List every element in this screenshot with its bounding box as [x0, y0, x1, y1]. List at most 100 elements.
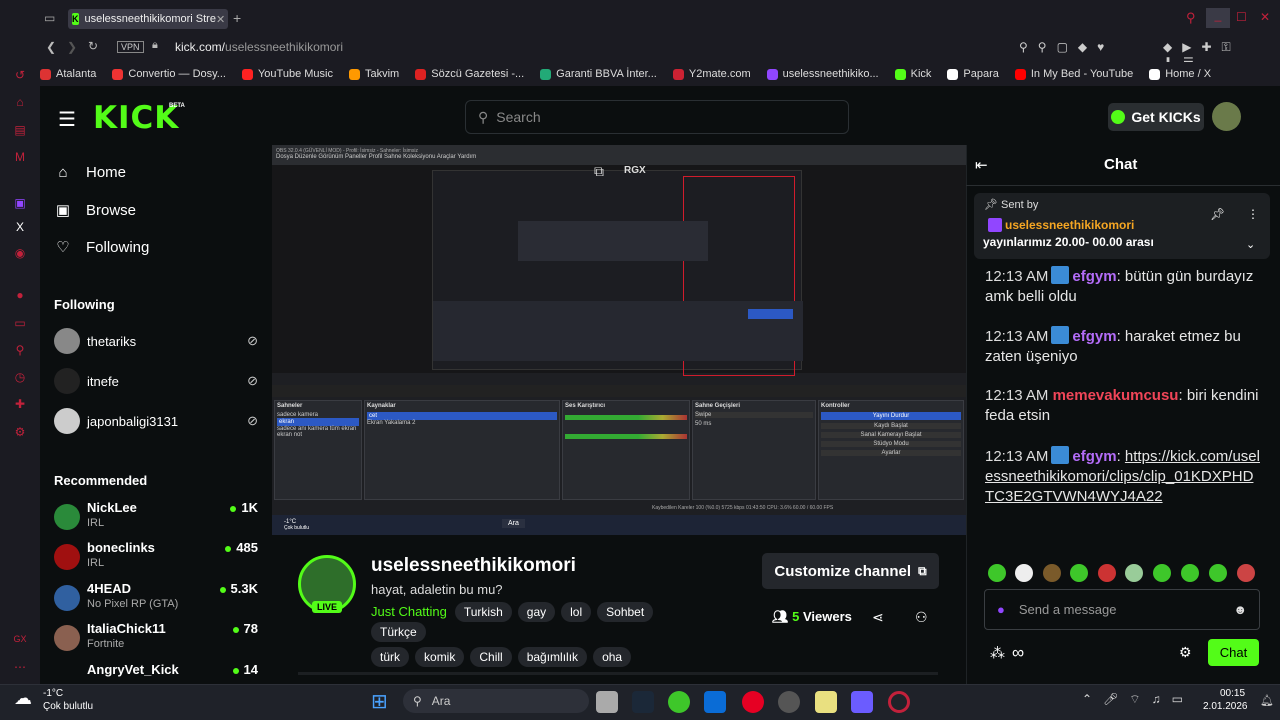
- clock-time[interactable]: 00:15: [1220, 688, 1245, 699]
- kick-logo[interactable]: KICK: [93, 100, 179, 136]
- vpn-badge[interactable]: VPN: [117, 41, 144, 53]
- emote-icon[interactable]: [1237, 564, 1255, 582]
- lock-icon[interactable]: 🔒︎: [152, 39, 158, 52]
- browser-tab[interactable]: Kuselessneethikikomori Stre ✕: [68, 9, 228, 29]
- bookmark-item[interactable]: Y2mate.com: [672, 68, 751, 80]
- steam-icon[interactable]: [632, 691, 654, 713]
- following-item[interactable]: thetariks ⊘: [54, 328, 258, 354]
- obs-icon[interactable]: [778, 691, 800, 713]
- tag[interactable]: Sohbet: [597, 602, 654, 622]
- tag[interactable]: komik: [415, 647, 465, 667]
- bookmark-item[interactable]: In My Bed - YouTube: [1014, 68, 1133, 80]
- chat-input[interactable]: ● Send a message ☻: [984, 589, 1260, 630]
- bookmark-item[interactable]: Takvim: [349, 68, 399, 80]
- emote-icon[interactable]: [1209, 564, 1227, 582]
- clock-icon[interactable]: ◷: [13, 370, 27, 384]
- puzzle-icon[interactable]: ✚: [13, 397, 27, 411]
- weather-icon[interactable]: ☁: [14, 688, 32, 709]
- opera-gx-icon[interactable]: [888, 691, 910, 713]
- tag[interactable]: türk: [371, 647, 410, 667]
- spotify-icon[interactable]: ●: [13, 288, 27, 302]
- reload-icon[interactable]: ↻: [88, 39, 98, 53]
- minimize-button[interactable]: _: [1206, 8, 1230, 28]
- nav-home[interactable]: ⌂ Home: [54, 164, 126, 181]
- recommended-item[interactable]: boneclinks IRL 485: [54, 540, 258, 578]
- send-chat-button[interactable]: Chat: [1208, 639, 1259, 666]
- nav-following[interactable]: ♡ Following: [54, 238, 149, 257]
- kicks-icon[interactable]: ⁂: [990, 644, 1005, 662]
- gmail-icon[interactable]: M: [13, 150, 27, 164]
- extension-icon[interactable]: ⌂: [13, 95, 27, 109]
- following-item[interactable]: japonbaligi3131 ⊘: [54, 408, 258, 434]
- file-explorer-icon[interactable]: [596, 691, 618, 713]
- emote-icon[interactable]: [1098, 564, 1116, 582]
- app-icon[interactable]: [668, 691, 690, 713]
- bookmark-item[interactable]: uselessneethikiko...: [766, 68, 879, 80]
- outlook-icon[interactable]: [704, 691, 726, 713]
- wallet-icon[interactable]: ▭: [13, 316, 27, 330]
- search-input[interactable]: ⚲ Search: [465, 100, 849, 134]
- tag[interactable]: Türkçe: [371, 622, 426, 642]
- ublock-icon[interactable]: ◉: [13, 246, 27, 260]
- chevron-down-icon[interactable]: ⌄: [1246, 238, 1255, 251]
- emote-icon[interactable]: [1153, 564, 1171, 582]
- emote-icon[interactable]: [1043, 564, 1061, 582]
- tabs-icon[interactable]: ▭: [44, 11, 55, 25]
- close-tab-icon[interactable]: ✕: [216, 13, 228, 26]
- emote-icon[interactable]: [1070, 564, 1088, 582]
- bookmark-item[interactable]: YouTube Music: [241, 68, 333, 80]
- emote-icon[interactable]: [1015, 564, 1033, 582]
- following-item[interactable]: itnefe ⊘: [54, 368, 258, 394]
- new-tab-icon[interactable]: +: [233, 10, 241, 26]
- recommended-item[interactable]: NickLee IRL 1K: [54, 500, 258, 538]
- emoji-icon[interactable]: ☻: [1233, 602, 1247, 617]
- category-link[interactable]: Just Chatting: [371, 604, 447, 619]
- follow-icon[interactable]: ⚇: [915, 609, 928, 626]
- share-icon[interactable]: ⋖: [872, 609, 884, 626]
- emote-icon[interactable]: [1181, 564, 1199, 582]
- tag[interactable]: lol: [561, 602, 592, 622]
- pin-icon[interactable]: ⚲: [13, 343, 27, 357]
- emote-icon[interactable]: [1125, 564, 1143, 582]
- popout-icon[interactable]: ⧉: [594, 163, 604, 180]
- tag[interactable]: Chill: [470, 647, 512, 667]
- nav-browse[interactable]: ▣ Browse: [54, 201, 136, 220]
- clock-date[interactable]: 2.01.2026: [1203, 701, 1248, 712]
- settings-icon[interactable]: ⚙: [13, 425, 27, 439]
- tag[interactable]: gay: [517, 602, 556, 622]
- bookmark-item[interactable]: Kick: [894, 68, 931, 80]
- taskbar-search[interactable]: ⚲ Ara: [403, 689, 589, 713]
- tag[interactable]: bağımlılık: [517, 647, 588, 667]
- bookmark-item[interactable]: Papara: [947, 68, 999, 80]
- tag[interactable]: oha: [593, 647, 632, 667]
- maximize-button[interactable]: ☐: [1236, 10, 1247, 24]
- bookmark-item[interactable]: Sözcü Gazetesi -...: [415, 68, 524, 80]
- pinterest-icon[interactable]: [742, 691, 764, 713]
- twitch-icon[interactable]: ▣: [13, 196, 27, 210]
- emote-icon[interactable]: [988, 564, 1006, 582]
- bookmark-item[interactable]: Atalanta: [40, 68, 96, 80]
- recommended-item[interactable]: ItaliaChick11 Fortnite 78: [54, 621, 258, 659]
- collapse-chat-icon[interactable]: ⇤: [975, 156, 988, 174]
- recommended-item[interactable]: AngryVet_Kick 14: [54, 662, 258, 682]
- gx-icon[interactable]: GX: [13, 632, 27, 646]
- menu-icon[interactable]: ☰: [58, 107, 76, 132]
- system-tray-icons[interactable]: ⌃🎤︎⌔♫▭: [1082, 692, 1194, 707]
- tag[interactable]: Turkish: [454, 602, 512, 622]
- user-avatar[interactable]: [1212, 102, 1241, 131]
- bookmark-item[interactable]: Home / X: [1149, 68, 1211, 80]
- x-icon[interactable]: X: [13, 220, 27, 234]
- bookmark-item[interactable]: Convertio — Dosy...: [112, 68, 226, 80]
- notifications-icon[interactable]: 🔔︎: [1260, 694, 1274, 707]
- pinboard-icon[interactable]: ▤: [13, 123, 27, 137]
- bookmark-item[interactable]: Garanti BBVA İnter...: [540, 68, 657, 80]
- notepad-icon[interactable]: [815, 691, 837, 713]
- back-icon[interactable]: ❮: [46, 40, 56, 54]
- video-player[interactable]: OBS 32.0.4 (GÜVENLİ MOD) - Profil: İsims…: [272, 145, 966, 535]
- infinity-icon[interactable]: ∞: [1012, 643, 1024, 663]
- unpin-icon[interactable]: 📌︎: [1210, 207, 1225, 221]
- search-tabs-icon[interactable]: ⚲: [1186, 10, 1196, 26]
- url-field[interactable]: kick.com/uselessneethikikomori: [175, 40, 343, 54]
- toolbar-icons[interactable]: ⚲⚲▢◆♥: [1019, 40, 1114, 54]
- start-icon[interactable]: ⊞: [371, 689, 388, 714]
